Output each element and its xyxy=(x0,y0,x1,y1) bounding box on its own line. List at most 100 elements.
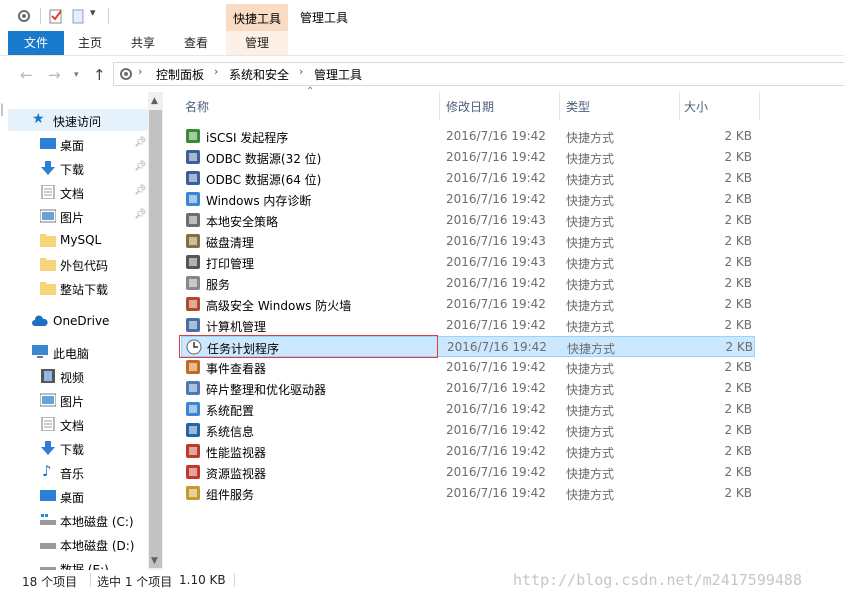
file-row[interactable]: 高级安全 Windows 防火墙 2016/7/16 19:42 快捷方式 2 KB xyxy=(181,294,755,315)
file-name: 计算机管理 xyxy=(206,320,267,334)
nav-item-label: 外包代码 xyxy=(60,259,109,273)
file-name: ODBC 数据源(32 位) xyxy=(206,152,322,166)
file-type: 快捷方式 xyxy=(566,236,615,250)
tab-view[interactable]: 查看 xyxy=(172,31,220,55)
scrollbar-thumb[interactable] xyxy=(149,110,162,568)
address-bar[interactable]: › 控制面板 › 系统和安全 › 管理工具 xyxy=(113,62,844,86)
file-name: 碎片整理和优化驱动器 xyxy=(206,383,327,397)
nav-item-drive-e[interactable]: 数据 (E:) xyxy=(8,557,148,570)
desktop-icon xyxy=(40,490,56,501)
file-size: 2 KB xyxy=(724,297,752,311)
shortcut-icon xyxy=(186,360,200,374)
nav-item-documents[interactable]: 文档 📌︎ xyxy=(8,181,148,203)
breadcrumb-separator-icon[interactable]: › xyxy=(138,65,142,78)
nav-item-drive-c[interactable]: 本地磁盘 (C:) xyxy=(8,509,148,531)
pin-icon: 📌︎ xyxy=(134,137,147,148)
nav-item-pictures[interactable]: 图片 📌︎ xyxy=(8,205,148,227)
column-divider[interactable] xyxy=(439,92,440,120)
file-date: 2016/7/16 19:42 xyxy=(446,129,546,143)
nav-item-onedrive[interactable]: OneDrive xyxy=(8,310,148,332)
file-date: 2016/7/16 19:42 xyxy=(446,465,546,479)
nav-item-downloads[interactable]: 下载 📌︎ xyxy=(8,157,148,179)
file-date: 2016/7/16 19:43 xyxy=(446,213,546,227)
nav-item-outsource-code[interactable]: 外包代码 xyxy=(8,253,148,275)
properties-check-icon[interactable] xyxy=(48,8,64,24)
column-header-modified[interactable]: 修改日期 xyxy=(446,98,494,115)
file-row[interactable]: 本地安全策略 2016/7/16 19:43 快捷方式 2 KB xyxy=(181,210,755,231)
breadcrumb-separator-icon[interactable]: › xyxy=(299,65,303,78)
nav-item-this-pc[interactable]: 此电脑 xyxy=(8,341,148,363)
scroll-down-arrow-icon[interactable]: ▼ xyxy=(151,556,158,566)
nav-item-quick-access[interactable]: ★ 快速访问 xyxy=(8,109,148,131)
nav-item-label: 图片 xyxy=(60,211,85,225)
column-header-type[interactable]: 类型 xyxy=(566,98,590,115)
nav-item-desktop[interactable]: 桌面 📌︎ xyxy=(8,133,148,155)
nav-item-videos[interactable]: 视频 xyxy=(8,365,148,387)
file-row[interactable]: 服务 2016/7/16 19:42 快捷方式 2 KB xyxy=(181,273,755,294)
tab-manage[interactable]: 管理 xyxy=(226,31,288,55)
file-row[interactable]: 资源监视器 2016/7/16 19:42 快捷方式 2 KB xyxy=(181,462,755,483)
file-name: iSCSI 发起程序 xyxy=(206,131,289,145)
forward-arrow-icon[interactable]: → xyxy=(48,66,61,84)
nav-item-documents-pc[interactable]: 文档 xyxy=(8,413,148,435)
file-date: 2016/7/16 19:42 xyxy=(447,340,547,354)
file-row[interactable]: 磁盘清理 2016/7/16 19:43 快捷方式 2 KB xyxy=(181,231,755,252)
file-size: 2 KB xyxy=(724,423,752,437)
file-row[interactable]: 性能监视器 2016/7/16 19:42 快捷方式 2 KB xyxy=(181,441,755,462)
tab-file[interactable]: 文件 xyxy=(8,31,64,55)
tab-home[interactable]: 主页 xyxy=(66,31,114,55)
nav-item-mysql[interactable]: MySQL xyxy=(8,229,148,251)
nav-item-drive-d[interactable]: 本地磁盘 (D:) xyxy=(8,533,148,555)
pin-icon: 📌︎ xyxy=(134,209,147,220)
file-size: 2 KB xyxy=(724,255,752,269)
column-header-size[interactable]: 大小 xyxy=(684,98,708,115)
up-arrow-icon[interactable]: ↑ xyxy=(93,66,106,84)
breadcrumb-control-panel[interactable]: 控制面板 xyxy=(156,66,204,83)
shortcut-icon xyxy=(186,318,200,332)
file-size: 2 KB xyxy=(724,486,752,500)
column-divider[interactable] xyxy=(559,92,560,120)
new-folder-icon[interactable] xyxy=(70,8,86,24)
file-row-selected[interactable]: 任务计划程序 2016/7/16 19:42 快捷方式 2 KB xyxy=(179,335,755,358)
file-row[interactable]: 系统信息 2016/7/16 19:42 快捷方式 2 KB xyxy=(181,420,755,441)
recent-locations-chevron-icon[interactable]: ▾ xyxy=(74,70,79,80)
column-headers: ⌃ 名称 修改日期 类型 大小 xyxy=(163,86,763,120)
file-row[interactable]: 事件查看器 2016/7/16 19:42 快捷方式 2 KB xyxy=(181,357,755,378)
file-date: 2016/7/16 19:42 xyxy=(446,276,546,290)
file-row[interactable]: 组件服务 2016/7/16 19:42 快捷方式 2 KB xyxy=(181,483,755,504)
scroll-up-arrow-icon[interactable]: ▲ xyxy=(151,96,158,106)
file-row[interactable]: Windows 内存诊断 2016/7/16 19:42 快捷方式 2 KB xyxy=(181,189,755,210)
nav-item-label: 图片 xyxy=(60,395,85,409)
tab-share[interactable]: 共享 xyxy=(118,31,168,55)
nav-item-desktop-pc[interactable]: 桌面 xyxy=(8,485,148,507)
properties-gear-icon[interactable] xyxy=(16,8,32,24)
breadcrumb-system-security[interactable]: 系统和安全 xyxy=(229,66,289,83)
breadcrumb-admin-tools[interactable]: 管理工具 xyxy=(314,66,362,83)
file-row[interactable]: 系统配置 2016/7/16 19:42 快捷方式 2 KB xyxy=(181,399,755,420)
customize-qa-chevron-icon[interactable]: ▾ xyxy=(90,6,106,22)
file-row[interactable]: 打印管理 2016/7/16 19:43 快捷方式 2 KB xyxy=(181,252,755,273)
nav-item-downloads-pc[interactable]: 下载 xyxy=(8,437,148,459)
file-row[interactable]: ODBC 数据源(32 位) 2016/7/16 19:42 快捷方式 2 KB xyxy=(181,147,755,168)
file-row[interactable]: iSCSI 发起程序 2016/7/16 19:42 快捷方式 2 KB xyxy=(181,126,755,147)
nav-pane-scrollbar[interactable]: ▲ ▼ xyxy=(148,92,163,570)
nav-item-music[interactable]: ♪ 音乐 xyxy=(8,461,148,483)
file-date: 2016/7/16 19:43 xyxy=(446,255,546,269)
file-date: 2016/7/16 19:42 xyxy=(446,486,546,500)
nav-item-pictures-pc[interactable]: 图片 xyxy=(8,389,148,411)
nav-item-label: 下载 xyxy=(60,163,85,177)
column-divider[interactable] xyxy=(679,92,680,120)
file-row[interactable]: 碎片整理和优化驱动器 2016/7/16 19:42 快捷方式 2 KB xyxy=(181,378,755,399)
breadcrumb-separator-icon[interactable]: › xyxy=(214,65,218,78)
back-arrow-icon[interactable]: ← xyxy=(20,66,33,84)
file-size: 2 KB xyxy=(724,234,752,248)
file-type: 快捷方式 xyxy=(566,131,615,145)
file-row[interactable]: 计算机管理 2016/7/16 19:42 快捷方式 2 KB xyxy=(181,315,755,336)
file-type: 快捷方式 xyxy=(566,362,615,376)
column-divider[interactable] xyxy=(759,92,760,120)
file-size: 2 KB xyxy=(724,192,752,206)
nav-item-site-download[interactable]: 整站下载 xyxy=(8,277,148,299)
contextual-tab-group: 快捷工具 xyxy=(226,4,288,31)
column-header-name[interactable]: 名称 xyxy=(185,98,209,115)
file-row[interactable]: ODBC 数据源(64 位) 2016/7/16 19:42 快捷方式 2 KB xyxy=(181,168,755,189)
